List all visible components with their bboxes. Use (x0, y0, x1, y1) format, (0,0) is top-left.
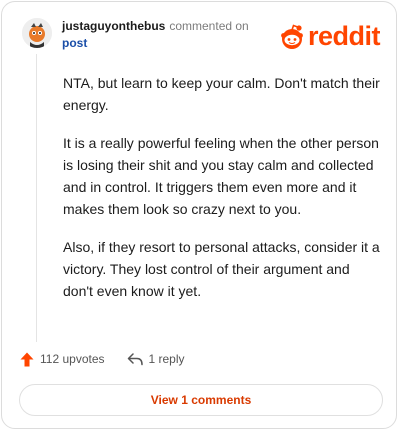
username-link[interactable]: justaguyonthebus (62, 19, 165, 33)
reply-count: 1 reply (148, 352, 185, 366)
upvote-button[interactable]: 112 upvotes (20, 352, 105, 367)
upvote-count: 112 upvotes (40, 352, 105, 366)
comment-paragraph-2: It is a really powerful feeling when the… (63, 135, 379, 217)
reddit-logo[interactable]: reddit (278, 21, 381, 51)
thread-line (36, 54, 37, 342)
avatar-icon (22, 18, 52, 48)
upvote-arrow-icon (20, 352, 34, 366)
view-comments-button[interactable]: View 1 comments (19, 384, 383, 416)
user-avatar[interactable] (22, 18, 52, 48)
comment-paragraph-3: Also, if they resort to personal attacks… (63, 239, 380, 299)
comment-header: justaguyonthebus commented on post reddit (22, 14, 382, 54)
comment-body: NTA, but learn to keep your calm. Don't … (63, 72, 383, 318)
reddit-alien-icon (281, 23, 303, 49)
reply-arrow-icon (127, 352, 143, 365)
reply-button[interactable]: 1 reply (127, 352, 185, 366)
post-link[interactable]: post (62, 35, 249, 52)
comment-meta: justaguyonthebus commented on post (62, 18, 249, 52)
action-text: commented on (169, 19, 249, 33)
comment-paragraph-1: NTA, but learn to keep your calm. Don't … (63, 75, 380, 113)
comment-card: justaguyonthebus commented on post reddit… (1, 1, 397, 429)
comment-actions: 112 upvotes 1 reply (20, 347, 207, 371)
reddit-wordmark: reddit (307, 21, 381, 51)
